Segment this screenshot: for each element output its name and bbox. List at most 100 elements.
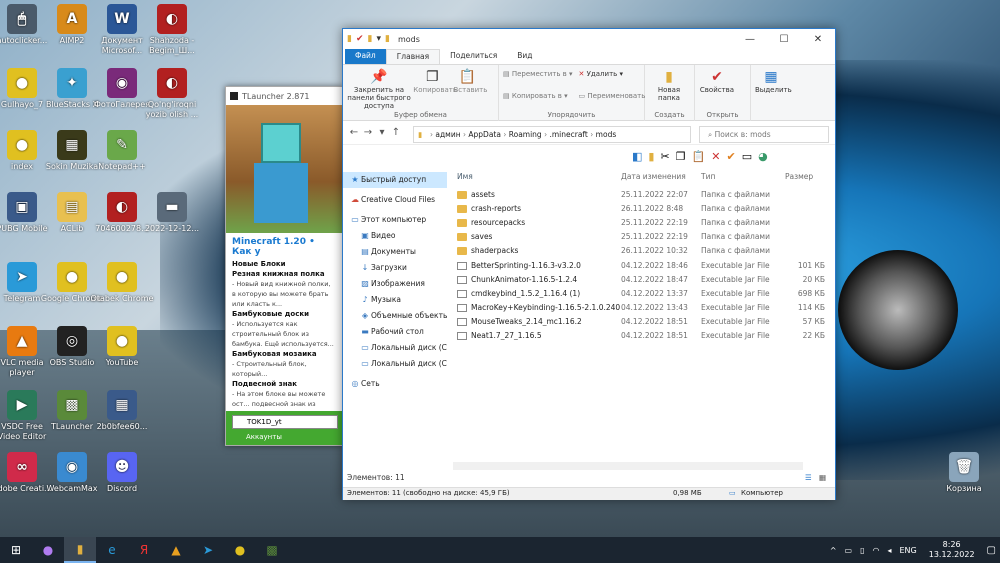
edge-icon[interactable]: e: [96, 537, 128, 563]
desktop-icon[interactable]: ▬ 2022-12-12...: [140, 192, 204, 234]
breadcrumb-item[interactable]: .minecraft: [549, 130, 587, 139]
close-button[interactable]: ✕: [801, 29, 835, 49]
breadcrumb-item[interactable]: mods: [596, 130, 617, 139]
yandex-icon[interactable]: Я: [128, 537, 160, 563]
cut-icon[interactable]: ✂: [660, 150, 669, 163]
properties-button[interactable]: ✔ Свойства: [699, 68, 735, 94]
nav-item[interactable]: ▤ Документы: [343, 244, 447, 260]
file-row[interactable]: MacroKey+Keybinding-1.16.5-2.1.0.240 04.1…: [453, 301, 831, 315]
chrome-icon[interactable]: ●: [224, 537, 256, 563]
minimize-button[interactable]: —: [733, 29, 767, 49]
paste-icon[interactable]: 📋: [692, 150, 706, 163]
breadcrumb-item[interactable]: Roaming: [509, 130, 542, 139]
file-row[interactable]: crash-reports 26.11.2022 8:48 Папка с файл…: [453, 201, 831, 215]
delete-icon[interactable]: ✕: [711, 150, 720, 163]
address-bar[interactable]: ▮ › админ › AppData › Roaming › .minecra…: [413, 126, 691, 143]
back-button[interactable]: ←: [347, 127, 361, 138]
network-icon[interactable]: ▭: [845, 546, 853, 555]
tlauncher-icon[interactable]: ▩: [256, 537, 288, 563]
column-size[interactable]: Размер: [781, 172, 825, 181]
desktop-icon[interactable]: ☻ Discord: [90, 452, 154, 494]
breadcrumb-separator-icon[interactable]: ›: [501, 130, 509, 139]
search-taskbar-icon[interactable]: ●: [32, 537, 64, 563]
aimp-icon[interactable]: ▲: [160, 537, 192, 563]
details-view-icon[interactable]: ☰: [805, 473, 812, 482]
nav-item[interactable]: ★ Быстрый доступ: [343, 172, 447, 188]
search-input[interactable]: ⌕ Поиск в: mods: [699, 126, 829, 143]
copy-button[interactable]: ❐ Копировать: [413, 68, 457, 94]
recycle-bin[interactable]: 🗑 Корзина: [932, 452, 996, 494]
nav-item[interactable]: ▭ Этот компьютер: [343, 212, 447, 228]
nav-item[interactable]: ▨ Изображения: [343, 276, 447, 292]
clock[interactable]: 8:26 13.12.2022: [929, 540, 975, 560]
file-row[interactable]: BetterSprinting-1.16.3-v3.2.0 04.12.2022 …: [453, 258, 831, 272]
file-row[interactable]: resourcepacks 25.11.2022 22:19 Папка с фай…: [453, 215, 831, 229]
notifications-icon[interactable]: ▢: [987, 545, 996, 556]
wifi-icon[interactable]: ◠: [872, 546, 879, 555]
panel-icon[interactable]: ◧: [632, 150, 642, 163]
nav-item[interactable]: ◎ Сеть: [343, 376, 447, 392]
select-button[interactable]: ▦ Выделить: [755, 68, 792, 94]
nav-item[interactable]: ☁ Creative Cloud Files: [343, 192, 447, 208]
telegram-icon[interactable]: ➤: [192, 537, 224, 563]
copy-to-button[interactable]: ▤ Копировать в ▾: [503, 90, 573, 102]
explorer-taskbar-icon[interactable]: ▮: [64, 537, 96, 563]
desktop-icon[interactable]: ▦ 2b0bfee60...: [90, 390, 154, 432]
folder-new-icon[interactable]: ▮: [368, 34, 373, 44]
tab-share[interactable]: Поделиться: [440, 49, 507, 64]
nav-item[interactable]: ▬ Рабочий стол: [343, 324, 447, 340]
tlauncher-window[interactable]: TLauncher 2.871 Minecraft 1.20 • Как у Н…: [225, 86, 343, 446]
desktop-icon[interactable]: ● YouTube: [90, 326, 154, 368]
tray-up-icon[interactable]: ^: [830, 546, 837, 555]
username-field[interactable]: TOK1D_yt: [232, 415, 338, 429]
language-indicator[interactable]: ENG: [899, 546, 916, 555]
delete-button[interactable]: ✕ Удалить ▾: [579, 68, 646, 80]
desktop-icon[interactable]: ◐ Shahzoda - Begim_Ш...: [140, 4, 204, 56]
breadcrumb-item[interactable]: админ: [435, 130, 460, 139]
check-icon[interactable]: ✔: [726, 150, 735, 163]
file-row[interactable]: MouseTweaks_2.14_mc1.16.2 04.12.2022 18:5…: [453, 315, 831, 329]
maximize-button[interactable]: ☐: [767, 29, 801, 49]
nav-item[interactable]: ↓ Загрузки: [343, 260, 447, 276]
column-name[interactable]: Имя: [453, 172, 621, 181]
start-button[interactable]: ⊞: [0, 537, 32, 563]
globe-icon[interactable]: ◕: [758, 150, 768, 163]
rename-button[interactable]: ▭ Переименовать: [579, 90, 646, 102]
new-folder-button[interactable]: ▮ Новая папка: [649, 68, 689, 102]
pin-button[interactable]: 📌 Закрепить на панели быстрого доступа: [347, 68, 411, 110]
battery-icon[interactable]: ▯: [860, 546, 864, 555]
paste-button[interactable]: 📋 Вставить: [453, 68, 487, 94]
breadcrumb-item[interactable]: AppData: [468, 130, 501, 139]
forward-button[interactable]: →: [361, 127, 375, 138]
file-row[interactable]: shaderpacks 26.11.2022 10:32 Папка с файла…: [453, 244, 831, 258]
recent-dropdown[interactable]: ▾: [375, 127, 389, 138]
nav-item[interactable]: ▭ Локальный диск (C: [343, 356, 447, 372]
nav-item[interactable]: ♪ Музыка: [343, 292, 447, 308]
desktop-icon[interactable]: ✎ Notepad++: [90, 130, 154, 172]
volume-icon[interactable]: ◂: [887, 546, 891, 555]
new-folder-icon[interactable]: ▮: [648, 150, 654, 163]
move-to-button[interactable]: ▤ Переместить в ▾: [503, 68, 573, 80]
explorer-window[interactable]: ▮ ✔ ▮ ▾ ▮ mods — ☐ ✕ Файл Главная Подели…: [342, 28, 836, 500]
rename-icon[interactable]: ▭: [742, 150, 752, 163]
up-button[interactable]: ↑: [389, 127, 403, 138]
chevron-down-icon[interactable]: ▾: [376, 34, 381, 44]
nav-item[interactable]: ▣ Видео: [343, 228, 447, 244]
explorer-titlebar[interactable]: ▮ ✔ ▮ ▾ ▮ mods — ☐ ✕: [343, 29, 835, 49]
desktop-icon[interactable]: ● Otabek Chrome: [90, 262, 154, 304]
file-row[interactable]: ChunkAnimator-1.16.5-1.2.4 04.12.2022 18:…: [453, 272, 831, 286]
breadcrumb-separator-icon[interactable]: ›: [588, 130, 596, 139]
checkmark-icon[interactable]: ✔: [356, 34, 364, 44]
tab-file[interactable]: Файл: [345, 49, 386, 64]
tiles-view-icon[interactable]: ▦: [819, 473, 826, 482]
file-row[interactable]: Neat1.7_27_1.16.5 04.12.2022 18:51 Executa…: [453, 329, 831, 343]
horizontal-scrollbar[interactable]: [453, 462, 803, 470]
nav-item[interactable]: ▭ Локальный диск (C: [343, 340, 447, 356]
desktop-icon[interactable]: ◐ Qo'ng'iroqni yozib olish ...: [140, 68, 204, 120]
file-row[interactable]: saves 25.11.2022 22:19 Папка с файлами: [453, 230, 831, 244]
tab-view[interactable]: Вид: [507, 49, 542, 64]
tlauncher-titlebar[interactable]: TLauncher 2.871: [226, 87, 342, 105]
tab-home[interactable]: Главная: [385, 49, 441, 64]
file-row[interactable]: assets 25.11.2022 22:07 Папка с файлами: [453, 187, 831, 201]
nav-item[interactable]: ◈ Объемные объекты: [343, 308, 447, 324]
